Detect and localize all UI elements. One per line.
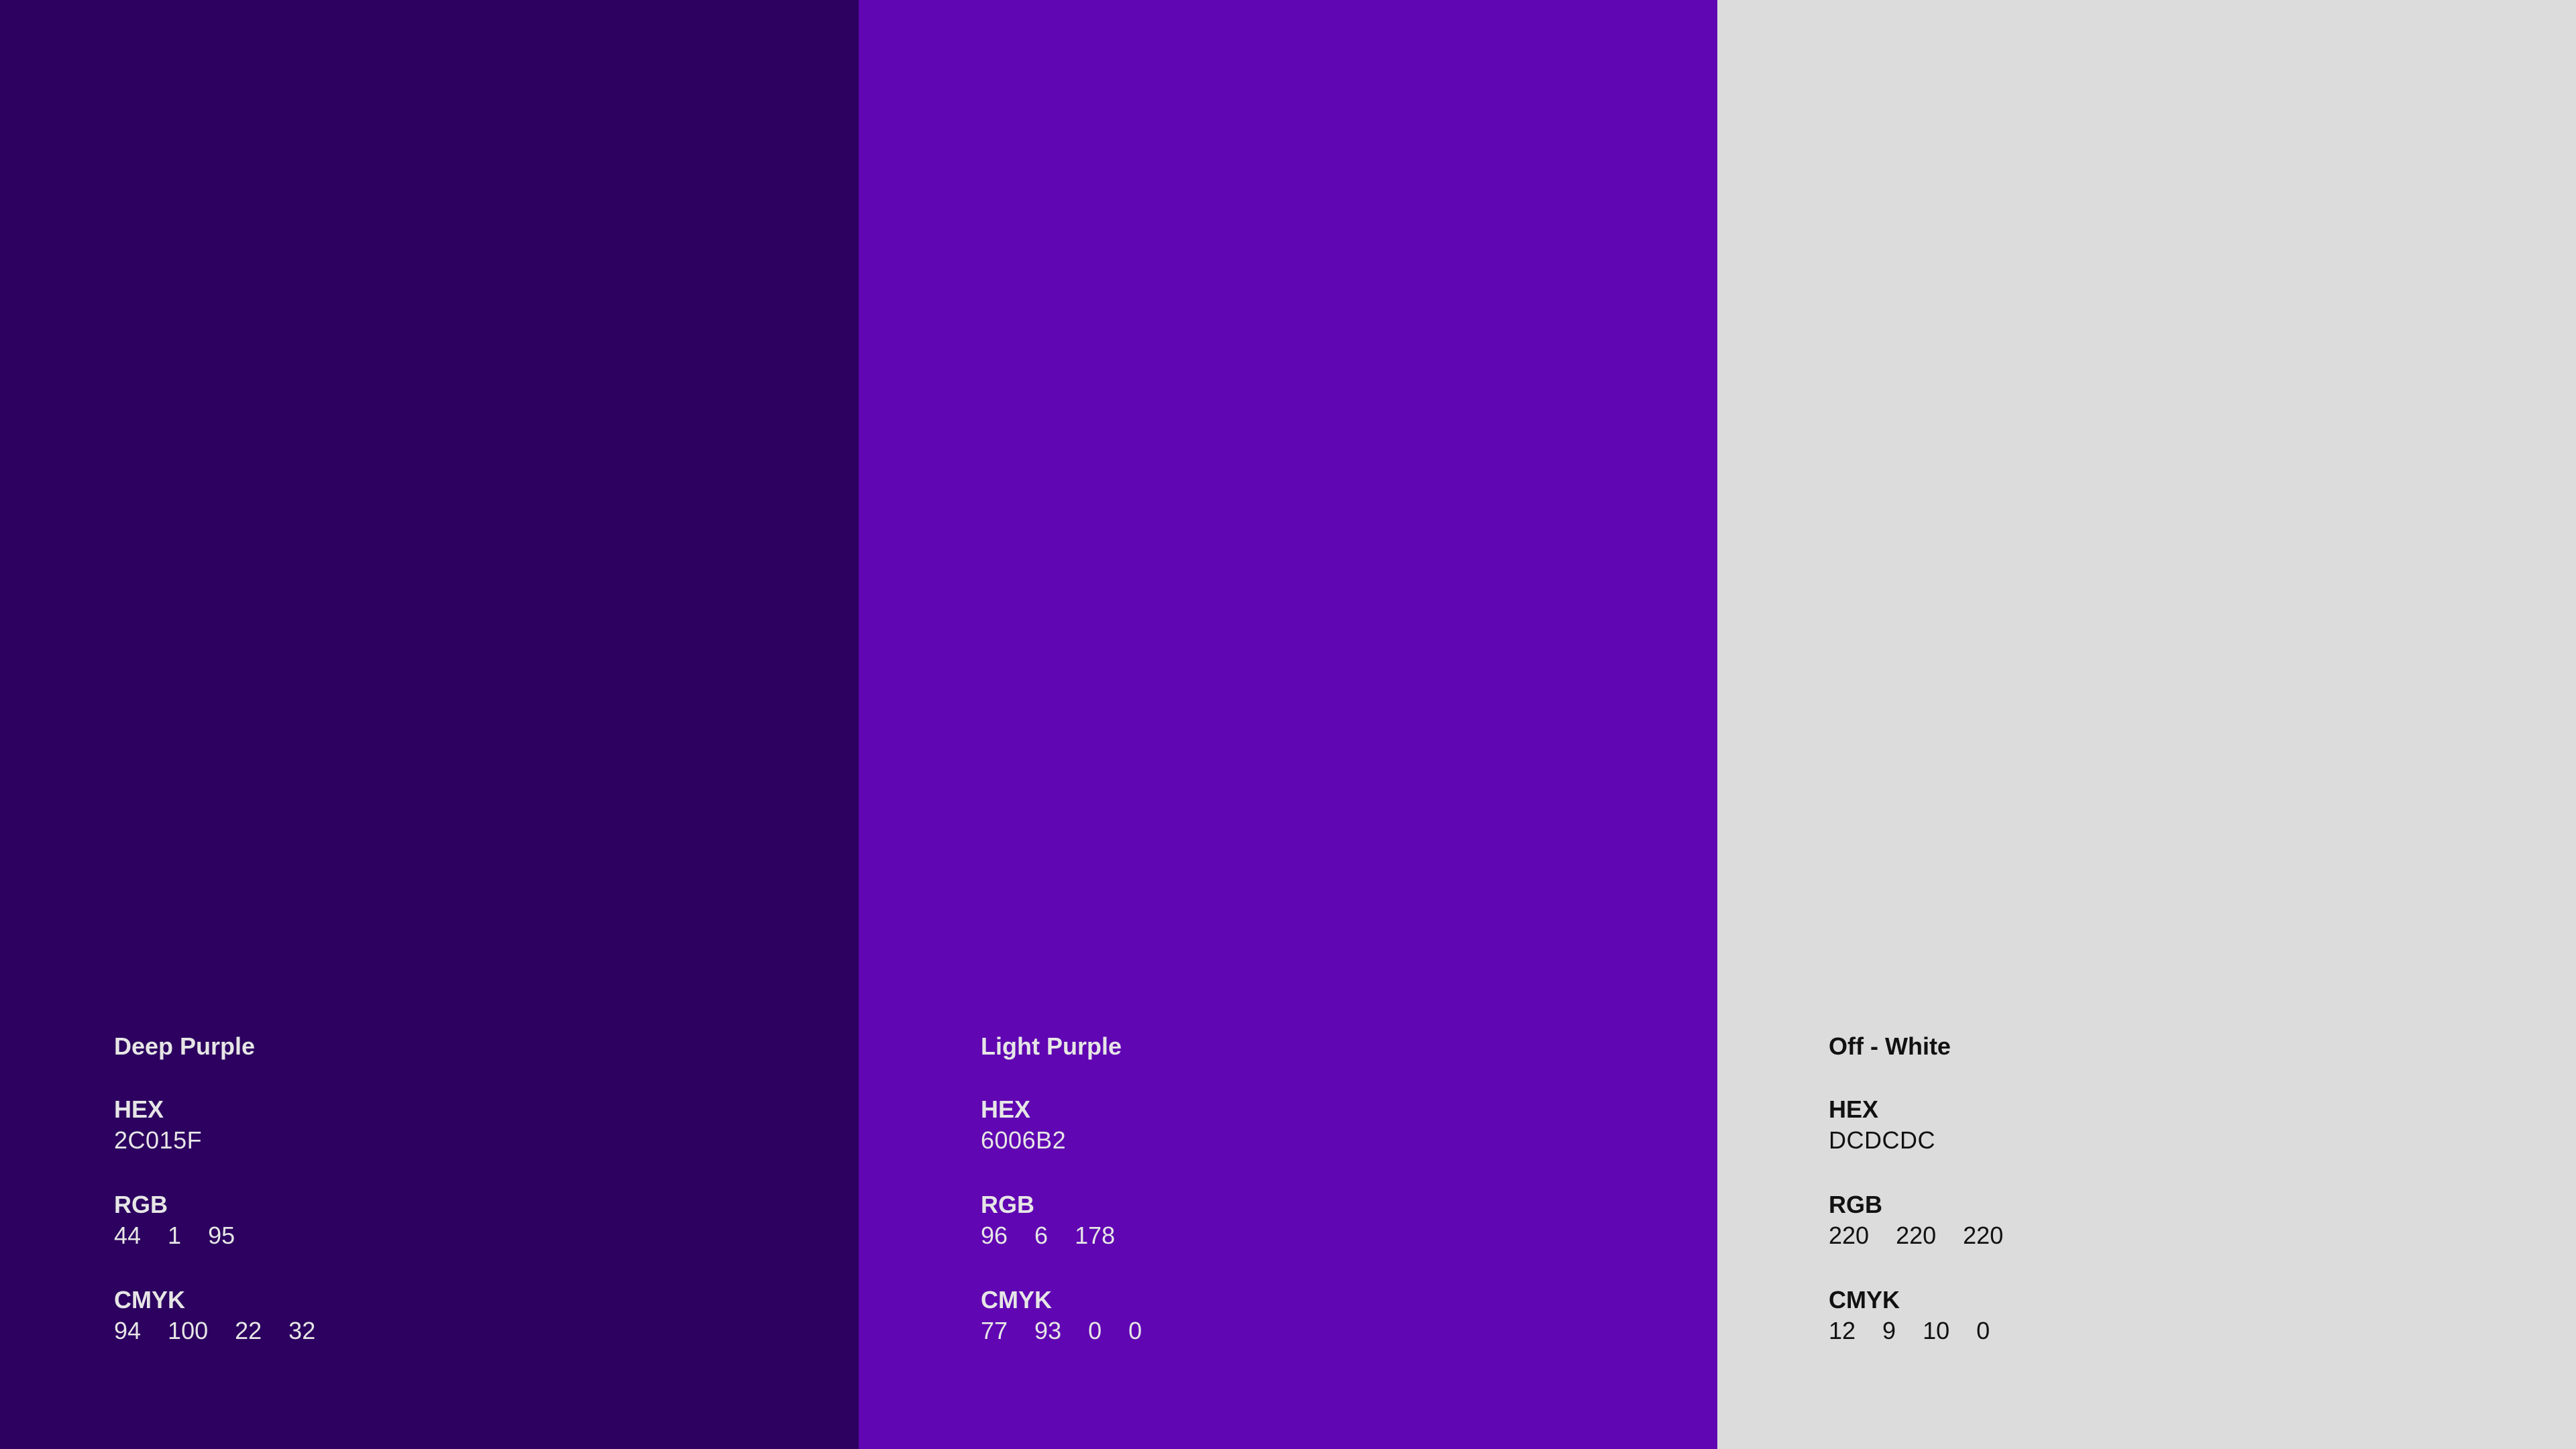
cmyk-c: 12 xyxy=(1829,1317,1856,1344)
swatch-off-white: Off - White HEX DCDCDC RGB 220 220 220 C… xyxy=(1717,0,2576,1449)
rgb-r: 44 xyxy=(114,1222,142,1249)
rgb-g: 6 xyxy=(1034,1222,1049,1249)
cmyk-label: CMYK xyxy=(114,1286,185,1313)
cmyk-values: 12 9 10 0 xyxy=(1829,1315,2003,1347)
cmyk-spec: CMYK 94 100 22 32 xyxy=(114,1285,315,1347)
cmyk-k: 0 xyxy=(1128,1317,1142,1344)
rgb-label: RGB xyxy=(1829,1191,1882,1218)
rgb-r: 220 xyxy=(1829,1222,1870,1249)
swatch-info: Light Purple HEX 6006B2 RGB 96 6 178 CMY… xyxy=(981,1032,1142,1381)
hex-label: HEX xyxy=(1829,1095,1879,1123)
cmyk-values: 94 100 22 32 xyxy=(114,1315,315,1347)
rgb-r: 96 xyxy=(981,1222,1008,1249)
hex-label: HEX xyxy=(981,1095,1031,1123)
cmyk-c: 94 xyxy=(114,1317,142,1344)
cmyk-m: 100 xyxy=(168,1317,209,1344)
swatch-light-purple: Light Purple HEX 6006B2 RGB 96 6 178 CMY… xyxy=(859,0,1717,1449)
swatch-info: Off - White HEX DCDCDC RGB 220 220 220 C… xyxy=(1829,1032,2003,1381)
rgb-spec: RGB 44 1 95 xyxy=(114,1190,315,1252)
cmyk-label: CMYK xyxy=(1829,1286,1900,1313)
cmyk-spec: CMYK 77 93 0 0 xyxy=(981,1285,1142,1347)
rgb-spec: RGB 96 6 178 xyxy=(981,1190,1142,1252)
cmyk-y: 10 xyxy=(1923,1317,1950,1344)
color-palette: Deep Purple HEX 2C015F RGB 44 1 95 CMYK … xyxy=(0,0,2576,1449)
cmyk-c: 77 xyxy=(981,1317,1008,1344)
rgb-b: 95 xyxy=(208,1222,235,1249)
color-name: Deep Purple xyxy=(114,1032,256,1060)
cmyk-label: CMYK xyxy=(981,1286,1052,1313)
rgb-values: 96 6 178 xyxy=(981,1220,1142,1252)
hex-value: 2C015F xyxy=(114,1126,203,1154)
rgb-b: 178 xyxy=(1075,1222,1116,1249)
cmyk-y: 0 xyxy=(1088,1317,1102,1344)
hex-label: HEX xyxy=(114,1095,164,1123)
hex-spec: HEX DCDCDC xyxy=(1829,1095,2003,1157)
color-name: Light Purple xyxy=(981,1032,1122,1060)
swatch-deep-purple: Deep Purple HEX 2C015F RGB 44 1 95 CMYK … xyxy=(0,0,859,1449)
cmyk-y: 22 xyxy=(235,1317,262,1344)
cmyk-m: 93 xyxy=(1034,1317,1062,1344)
rgb-values: 220 220 220 xyxy=(1829,1220,2003,1252)
rgb-label: RGB xyxy=(981,1191,1034,1218)
color-name: Off - White xyxy=(1829,1032,1951,1060)
rgb-values: 44 1 95 xyxy=(114,1220,315,1252)
hex-value: DCDCDC xyxy=(1829,1126,1935,1154)
rgb-label: RGB xyxy=(114,1191,168,1218)
hex-value: 6006B2 xyxy=(981,1126,1067,1154)
rgb-g: 1 xyxy=(168,1222,182,1249)
cmyk-k: 0 xyxy=(1976,1317,1990,1344)
hex-spec: HEX 6006B2 xyxy=(981,1095,1142,1157)
rgb-spec: RGB 220 220 220 xyxy=(1829,1190,2003,1252)
cmyk-k: 32 xyxy=(288,1317,316,1344)
cmyk-m: 9 xyxy=(1882,1317,1896,1344)
rgb-b: 220 xyxy=(1963,1222,2004,1249)
rgb-g: 220 xyxy=(1896,1222,1937,1249)
cmyk-values: 77 93 0 0 xyxy=(981,1315,1142,1347)
cmyk-spec: CMYK 12 9 10 0 xyxy=(1829,1285,2003,1347)
swatch-info: Deep Purple HEX 2C015F RGB 44 1 95 CMYK … xyxy=(114,1032,315,1381)
hex-spec: HEX 2C015F xyxy=(114,1095,315,1157)
